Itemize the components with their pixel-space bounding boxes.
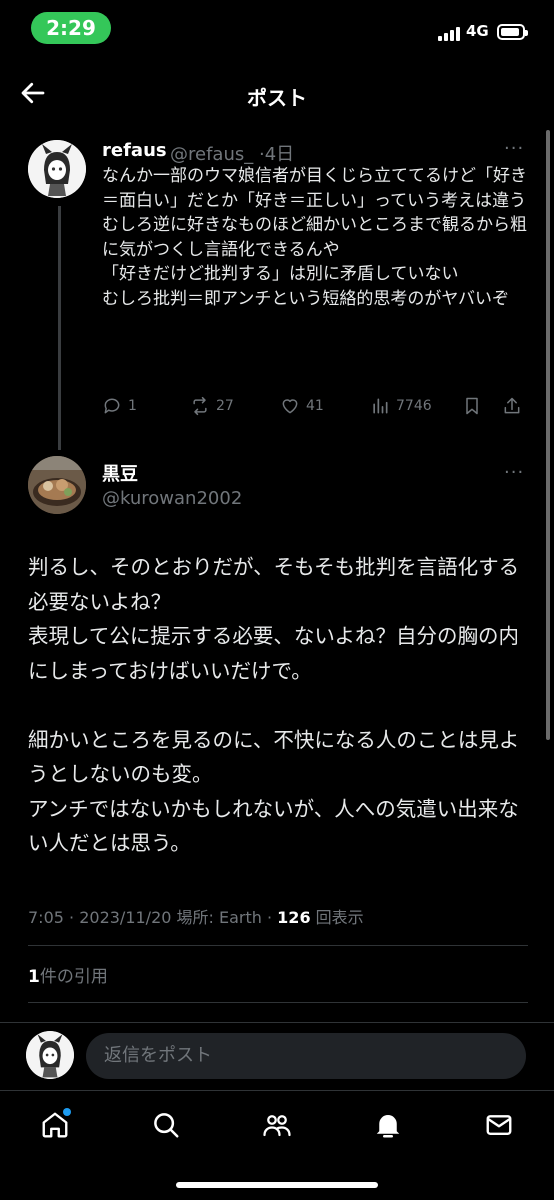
avatar[interactable] <box>26 1031 74 1079</box>
heart-icon <box>282 399 298 414</box>
divider <box>28 945 528 946</box>
avatar[interactable] <box>28 456 86 514</box>
mail-icon <box>486 1115 512 1135</box>
repost-count: 27 <box>216 398 234 414</box>
post-age: 4日 <box>264 144 295 165</box>
status-bar: 2:29 4G <box>0 0 554 60</box>
main-post-header[interactable]: 黒豆 @kurowan2002 ··· <box>0 452 554 522</box>
quote-count-link[interactable]: 1件の引用 <box>28 962 108 987</box>
bookmark-icon <box>466 397 478 415</box>
reply-composer: 返信をポスト <box>0 1022 554 1088</box>
signal-icon <box>438 25 462 41</box>
notification-dot <box>63 1108 71 1116</box>
author-handle[interactable]: @kurowan2002 <box>102 488 242 509</box>
nav-communities[interactable] <box>257 1105 297 1145</box>
share-icon <box>504 397 520 414</box>
repost-action[interactable]: 27 <box>190 396 234 416</box>
bookmark-action[interactable] <box>462 396 488 416</box>
nav-notifications[interactable] <box>368 1105 408 1145</box>
divider <box>28 1002 528 1003</box>
like-count: 41 <box>306 398 324 414</box>
post-time: 7:05 <box>28 908 64 927</box>
views-count: 126 <box>277 908 311 927</box>
character-avatar-icon <box>28 140 86 198</box>
author-handle-and-age[interactable]: @refaus_ ·4日 <box>170 140 294 166</box>
nav-search[interactable] <box>146 1105 186 1145</box>
action-bar: 1 27 41 7746 <box>102 396 532 420</box>
reply-count: 1 <box>128 398 137 414</box>
reply-icon <box>104 398 120 414</box>
more-options-icon[interactable]: ··· <box>504 138 524 159</box>
status-time: 2:29 <box>31 12 111 44</box>
page-title: ポスト <box>247 86 307 110</box>
post-body: 判るし、そのとおりだが、そもそも批判を言語化する必要ないよね？ 表現して公に提示… <box>28 555 520 855</box>
more-options-icon[interactable]: ··· <box>504 462 524 483</box>
battery-icon <box>497 24 528 40</box>
avatar[interactable] <box>28 140 86 198</box>
views-chart-icon <box>373 398 388 414</box>
like-action[interactable]: 41 <box>280 396 324 416</box>
repost-icon <box>193 396 207 416</box>
food-photo-avatar-icon <box>28 456 86 514</box>
communities-icon <box>263 1115 291 1137</box>
share-action[interactable] <box>502 396 528 416</box>
views-action[interactable]: 7746 <box>370 396 432 416</box>
network-label: 4G <box>466 22 489 40</box>
nav-home[interactable] <box>35 1105 75 1145</box>
scrollbar[interactable] <box>546 130 550 740</box>
top-header: ポスト <box>0 62 554 124</box>
home-indicator[interactable] <box>176 1182 378 1188</box>
quote-count: 1 <box>28 967 40 987</box>
author-handle: @refaus_ <box>170 144 254 165</box>
quote-label: 件の引用 <box>39 967 108 987</box>
author-name[interactable]: refaus <box>102 140 167 161</box>
bell-icon <box>376 1115 400 1138</box>
nav-messages[interactable] <box>479 1105 519 1145</box>
post-body: なんか一部のウマ娘信者が目くじら立ててるけど「好き＝面白い」だとか「好き＝正しい… <box>102 166 527 309</box>
view-count: 7746 <box>396 398 432 414</box>
author-name[interactable]: 黒豆 <box>102 460 138 486</box>
reply-input[interactable]: 返信をポスト <box>86 1033 526 1079</box>
character-avatar-icon <box>26 1031 74 1079</box>
post-date: 2023/11/20 <box>79 908 172 927</box>
thread-connector-line <box>58 206 61 450</box>
post-location[interactable]: 場所: Earth <box>177 908 262 927</box>
search-icon <box>154 1113 179 1138</box>
post-meta: 7:05 · 2023/11/20 場所: Earth · 126 回表示 <box>28 908 364 927</box>
views-label: 回表示 <box>315 908 364 927</box>
reply-action[interactable]: 1 <box>102 396 137 416</box>
